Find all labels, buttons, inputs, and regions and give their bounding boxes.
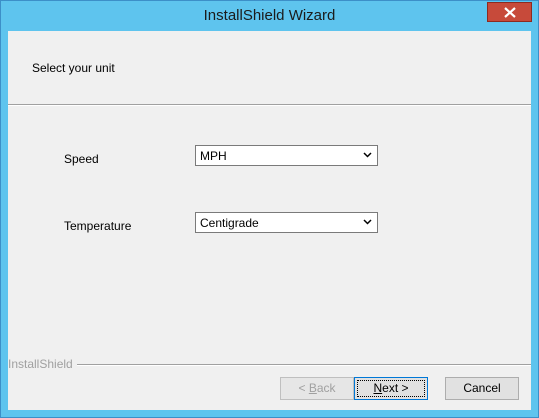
speed-label: Speed <box>64 152 99 166</box>
installshield-branding: InstallShield <box>8 357 531 371</box>
temperature-select-value: Centigrade <box>200 216 259 230</box>
header-text: Select your unit <box>32 61 115 75</box>
close-button[interactable] <box>487 2 532 22</box>
header-divider <box>8 104 531 106</box>
back-button-mnemonic: B <box>308 381 317 395</box>
title-bar[interactable]: InstallShield Wizard <box>1 1 538 31</box>
speed-select[interactable]: MPH <box>195 145 378 166</box>
cancel-button[interactable]: Cancel <box>445 377 519 400</box>
wizard-body: Select your unit Speed MPH Temperature C… <box>8 31 531 410</box>
back-button-label: ack <box>316 381 336 395</box>
close-icon <box>504 7 516 18</box>
footer-divider <box>68 364 531 366</box>
temperature-select[interactable]: Centigrade <box>195 212 378 233</box>
wizard-header: Select your unit <box>8 31 531 104</box>
speed-select-value: MPH <box>200 149 227 163</box>
back-button[interactable]: < Back <box>280 377 354 400</box>
brand-text: InstallShield <box>8 357 77 371</box>
back-button-prefix: < <box>298 381 309 395</box>
chevron-down-icon <box>363 152 372 158</box>
temperature-label: Temperature <box>64 219 132 233</box>
window-title: InstallShield Wizard <box>203 7 336 24</box>
installer-window: InstallShield Wizard Select your unit Sp… <box>0 0 539 418</box>
chevron-down-icon <box>363 219 372 225</box>
next-button[interactable]: Next > <box>354 377 428 400</box>
focus-rectangle <box>357 380 425 397</box>
